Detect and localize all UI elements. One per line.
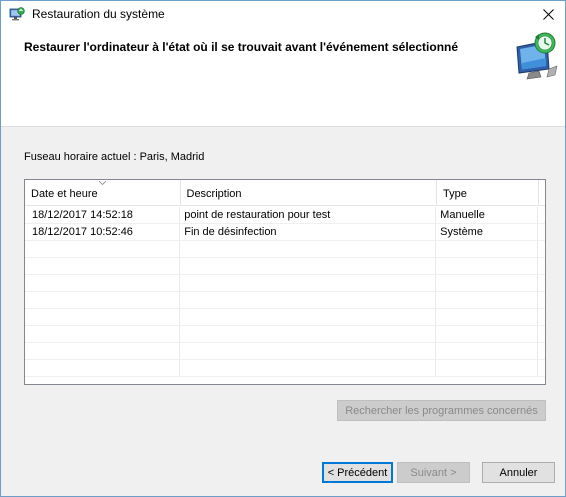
- next-button[interactable]: Suivant >: [397, 462, 470, 483]
- empty-row: [25, 241, 545, 258]
- cell-date: 18/12/2017 14:52:18: [25, 207, 181, 223]
- timezone-label: Fuseau horaire actuel : Paris, Madrid: [24, 151, 205, 163]
- cell-filler: [538, 224, 545, 240]
- column-header-label: Date et heure: [31, 188, 98, 200]
- empty-row: [25, 275, 545, 292]
- empty-row: [25, 309, 545, 326]
- empty-row: [25, 343, 545, 360]
- sort-descending-icon: [99, 181, 106, 185]
- cell-description: point de restauration pour test: [180, 207, 437, 223]
- cell-type: Manuelle: [436, 207, 538, 223]
- scan-affected-programs-button[interactable]: Rechercher les programmes concernés: [337, 400, 546, 421]
- close-button[interactable]: [531, 1, 565, 28]
- column-header-label: Type: [442, 188, 467, 200]
- empty-row: [25, 326, 545, 343]
- cell-type: Système: [436, 224, 538, 240]
- system-restore-window: Restauration du système Restaurer l'ordi…: [0, 0, 566, 497]
- cancel-button[interactable]: Annuler: [482, 462, 555, 483]
- title-bar: Restauration du système: [1, 1, 565, 28]
- system-restore-monitor-icon: [516, 32, 558, 80]
- cell-description: Fin de désinfection: [180, 224, 437, 240]
- table-row[interactable]: 18/12/2017 10:52:46 Fin de désinfection …: [25, 224, 545, 241]
- cell-date: 18/12/2017 10:52:46: [25, 224, 181, 240]
- restore-points-list[interactable]: Date et heure Description Type 18/12/201…: [24, 179, 546, 385]
- column-header-date[interactable]: Date et heure: [25, 180, 181, 206]
- list-rows: 18/12/2017 14:52:18 point de restauratio…: [25, 207, 545, 377]
- page-title: Restaurer l'ordinateur à l'état où il se…: [24, 40, 459, 54]
- wizard-header: Restaurer l'ordinateur à l'état où il se…: [1, 28, 565, 127]
- table-row[interactable]: 18/12/2017 14:52:18 point de restauratio…: [25, 207, 545, 224]
- column-header-description[interactable]: Description: [181, 180, 437, 206]
- close-icon: [542, 9, 554, 20]
- empty-row: [25, 360, 545, 377]
- cell-filler: [538, 207, 545, 223]
- list-header: Date et heure Description Type: [25, 180, 545, 206]
- empty-row: [25, 292, 545, 309]
- system-restore-app-icon: [9, 7, 25, 21]
- column-header-label: Description: [186, 188, 242, 200]
- column-header-type[interactable]: Type: [437, 180, 539, 206]
- empty-row: [25, 258, 545, 275]
- window-title: Restauration du système: [32, 7, 165, 21]
- previous-button[interactable]: < Précédent: [322, 462, 393, 483]
- column-header-filler: [539, 180, 545, 206]
